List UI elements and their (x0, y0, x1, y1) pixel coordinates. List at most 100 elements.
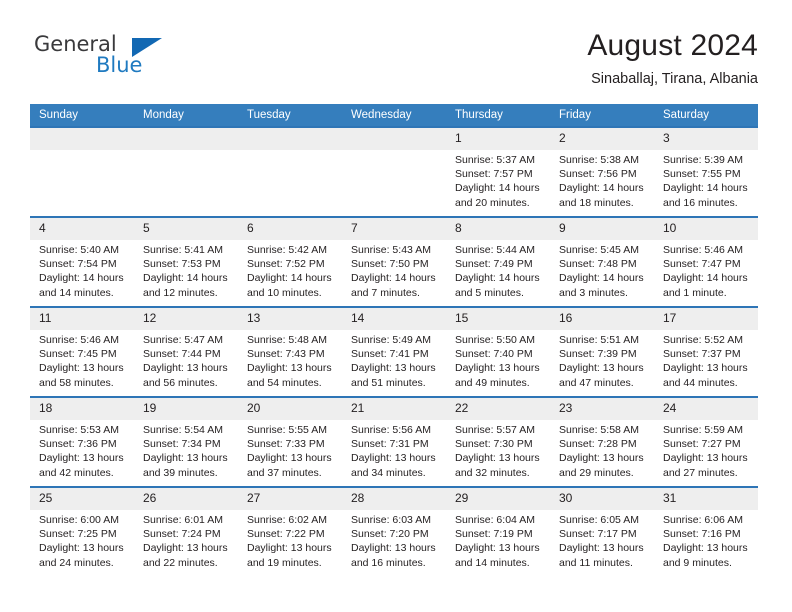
weekday-header-saturday: Saturday (654, 104, 758, 127)
calendar-week-row: 1 Sunrise: 5:37 AM Sunset: 7:57 PM Daylight… (30, 126, 758, 217)
daylight-text: Daylight: 14 hours and 5 minutes. (455, 272, 540, 299)
calendar-day-cell[interactable]: 15 Sunrise: 5:50 AM Sunset: 7:40 PM Dayligh… (446, 306, 550, 397)
sunrise-text: Sunrise: 6:01 AM (143, 514, 223, 526)
calendar-day-cell[interactable]: 8 Sunrise: 5:44 AM Sunset: 7:49 PM Daylight… (446, 216, 550, 307)
sunrise-text: Sunrise: 5:50 AM (455, 334, 535, 346)
day-number: 20 (238, 398, 342, 420)
calendar-day-cell[interactable]: 17 Sunrise: 5:52 AM Sunset: 7:37 PM Dayligh… (654, 306, 758, 397)
calendar-day-cell[interactable]: 30 Sunrise: 6:05 AM Sunset: 7:17 PM Dayligh… (550, 486, 654, 576)
sunrise-text: Sunrise: 5:59 AM (663, 424, 743, 436)
sunset-text: Sunset: 7:55 PM (663, 168, 741, 181)
weekday-header-monday: Monday (134, 104, 238, 127)
day-info: Sunrise: 5:56 AM Sunset: 7:31 PM Daylight:… (342, 420, 446, 480)
calendar-day-cell[interactable]: 31 Sunrise: 6:06 AM Sunset: 7:16 PM Dayligh… (654, 486, 758, 576)
calendar-day-cell[interactable]: 12 Sunrise: 5:47 AM Sunset: 7:44 PM Dayligh… (134, 306, 238, 397)
day-info: Sunrise: 6:05 AM Sunset: 7:17 PM Daylight:… (550, 510, 654, 570)
sunset-text: Sunset: 7:41 PM (351, 348, 429, 361)
daylight-text: Daylight: 13 hours and 58 minutes. (39, 362, 124, 389)
calendar-day-cell[interactable]: 11 Sunrise: 5:46 AM Sunset: 7:45 PM Dayligh… (30, 306, 134, 397)
sunset-text: Sunset: 7:19 PM (455, 528, 533, 541)
calendar-table: Sunday Monday Tuesday Wednesday Thursday… (30, 104, 758, 576)
calendar-day-cell[interactable]: 23 Sunrise: 5:58 AM Sunset: 7:28 PM Dayligh… (550, 396, 654, 487)
sunrise-text: Sunrise: 5:42 AM (247, 244, 327, 256)
day-info: Sunrise: 5:58 AM Sunset: 7:28 PM Daylight:… (550, 420, 654, 480)
calendar-day-cell[interactable]: 5 Sunrise: 5:41 AM Sunset: 7:53 PM Daylight… (134, 216, 238, 307)
sunrise-text: Sunrise: 5:39 AM (663, 154, 743, 166)
calendar-day-cell[interactable]: 14 Sunrise: 5:49 AM Sunset: 7:41 PM Dayligh… (342, 306, 446, 397)
day-number: 7 (342, 218, 446, 240)
sunset-text: Sunset: 7:48 PM (559, 258, 637, 271)
day-number: 13 (238, 308, 342, 330)
calendar-day-cell-empty (30, 126, 134, 217)
daylight-text: Daylight: 14 hours and 14 minutes. (39, 272, 124, 299)
calendar-day-cell[interactable]: 29 Sunrise: 6:04 AM Sunset: 7:19 PM Dayligh… (446, 486, 550, 576)
day-number: 10 (654, 218, 758, 240)
daylight-text: Daylight: 13 hours and 22 minutes. (143, 542, 228, 569)
day-number: 30 (550, 488, 654, 510)
sunset-text: Sunset: 7:37 PM (663, 348, 741, 361)
daylight-text: Daylight: 13 hours and 27 minutes. (663, 452, 748, 479)
daylight-text: Daylight: 13 hours and 37 minutes. (247, 452, 332, 479)
day-info: Sunrise: 5:41 AM Sunset: 7:53 PM Daylight:… (134, 240, 238, 300)
calendar-day-cell[interactable]: 3 Sunrise: 5:39 AM Sunset: 7:55 PM Daylight… (654, 126, 758, 217)
day-info: Sunrise: 5:46 AM Sunset: 7:45 PM Daylight:… (30, 330, 134, 390)
calendar-day-cell[interactable]: 20 Sunrise: 5:55 AM Sunset: 7:33 PM Dayligh… (238, 396, 342, 487)
day-number: 5 (134, 218, 238, 240)
day-number: 17 (654, 308, 758, 330)
day-info: Sunrise: 6:04 AM Sunset: 7:19 PM Daylight:… (446, 510, 550, 570)
day-info: Sunrise: 5:55 AM Sunset: 7:33 PM Daylight:… (238, 420, 342, 480)
sunrise-text: Sunrise: 6:05 AM (559, 514, 639, 526)
calendar-day-cell[interactable]: 24 Sunrise: 5:59 AM Sunset: 7:27 PM Dayligh… (654, 396, 758, 487)
calendar-day-cell[interactable]: 27 Sunrise: 6:02 AM Sunset: 7:22 PM Dayligh… (238, 486, 342, 576)
day-number (134, 128, 238, 150)
day-number: 16 (550, 308, 654, 330)
sunrise-text: Sunrise: 5:46 AM (663, 244, 743, 256)
calendar-day-cell[interactable]: 9 Sunrise: 5:45 AM Sunset: 7:48 PM Daylight… (550, 216, 654, 307)
calendar-day-cell[interactable]: 1 Sunrise: 5:37 AM Sunset: 7:57 PM Daylight… (446, 126, 550, 217)
calendar-day-cell[interactable]: 13 Sunrise: 5:48 AM Sunset: 7:43 PM Dayligh… (238, 306, 342, 397)
calendar-day-cell[interactable]: 25 Sunrise: 6:00 AM Sunset: 7:25 PM Dayligh… (30, 486, 134, 576)
day-number: 26 (134, 488, 238, 510)
calendar-day-cell[interactable]: 16 Sunrise: 5:51 AM Sunset: 7:39 PM Dayligh… (550, 306, 654, 397)
sunrise-text: Sunrise: 5:53 AM (39, 424, 119, 436)
calendar-day-cell[interactable]: 19 Sunrise: 5:54 AM Sunset: 7:34 PM Dayligh… (134, 396, 238, 487)
day-number: 24 (654, 398, 758, 420)
weekday-header-thursday: Thursday (446, 104, 550, 127)
calendar-page: General Blue August 2024 Sinaballaj, Tir… (0, 0, 792, 612)
sunrise-text: Sunrise: 5:58 AM (559, 424, 639, 436)
calendar-day-cell[interactable]: 28 Sunrise: 6:03 AM Sunset: 7:20 PM Dayligh… (342, 486, 446, 576)
sunrise-text: Sunrise: 6:04 AM (455, 514, 535, 526)
sunset-text: Sunset: 7:28 PM (559, 438, 637, 451)
day-info: Sunrise: 5:45 AM Sunset: 7:48 PM Daylight:… (550, 240, 654, 300)
day-info: Sunrise: 5:39 AM Sunset: 7:55 PM Daylight:… (654, 150, 758, 210)
day-number: 19 (134, 398, 238, 420)
title-block: August 2024 Sinaballaj, Tirana, Albania (587, 28, 758, 89)
day-info: Sunrise: 6:03 AM Sunset: 7:20 PM Daylight:… (342, 510, 446, 570)
day-info: Sunrise: 6:02 AM Sunset: 7:22 PM Daylight:… (238, 510, 342, 570)
sunset-text: Sunset: 7:45 PM (39, 348, 117, 361)
calendar-day-cell[interactable]: 10 Sunrise: 5:46 AM Sunset: 7:47 PM Dayligh… (654, 216, 758, 307)
calendar-day-cell[interactable]: 6 Sunrise: 5:42 AM Sunset: 7:52 PM Daylight… (238, 216, 342, 307)
calendar-day-cell[interactable]: 22 Sunrise: 5:57 AM Sunset: 7:30 PM Dayligh… (446, 396, 550, 487)
calendar-day-cell[interactable]: 7 Sunrise: 5:43 AM Sunset: 7:50 PM Daylight… (342, 216, 446, 307)
general-blue-logo[interactable]: General Blue (34, 32, 214, 90)
page-header: General Blue August 2024 Sinaballaj, Tir… (34, 28, 758, 98)
calendar-day-cell[interactable]: 4 Sunrise: 5:40 AM Sunset: 7:54 PM Daylight… (30, 216, 134, 307)
sunrise-text: Sunrise: 5:52 AM (663, 334, 743, 346)
day-info: Sunrise: 5:54 AM Sunset: 7:34 PM Daylight:… (134, 420, 238, 480)
sunset-text: Sunset: 7:27 PM (663, 438, 741, 451)
day-info: Sunrise: 5:46 AM Sunset: 7:47 PM Daylight:… (654, 240, 758, 300)
calendar-day-cell[interactable]: 21 Sunrise: 5:56 AM Sunset: 7:31 PM Dayligh… (342, 396, 446, 487)
sunrise-text: Sunrise: 5:49 AM (351, 334, 431, 346)
day-number: 3 (654, 128, 758, 150)
calendar-day-cell[interactable]: 18 Sunrise: 5:53 AM Sunset: 7:36 PM Dayligh… (30, 396, 134, 487)
day-info: Sunrise: 5:52 AM Sunset: 7:37 PM Daylight:… (654, 330, 758, 390)
sunset-text: Sunset: 7:22 PM (247, 528, 325, 541)
sunset-text: Sunset: 7:16 PM (663, 528, 741, 541)
calendar-day-cell[interactable]: 26 Sunrise: 6:01 AM Sunset: 7:24 PM Dayligh… (134, 486, 238, 576)
sunrise-text: Sunrise: 6:00 AM (39, 514, 119, 526)
daylight-text: Daylight: 13 hours and 44 minutes. (663, 362, 748, 389)
day-info: Sunrise: 5:48 AM Sunset: 7:43 PM Daylight:… (238, 330, 342, 390)
sunset-text: Sunset: 7:34 PM (143, 438, 221, 451)
calendar-day-cell[interactable]: 2 Sunrise: 5:38 AM Sunset: 7:56 PM Daylight… (550, 126, 654, 217)
